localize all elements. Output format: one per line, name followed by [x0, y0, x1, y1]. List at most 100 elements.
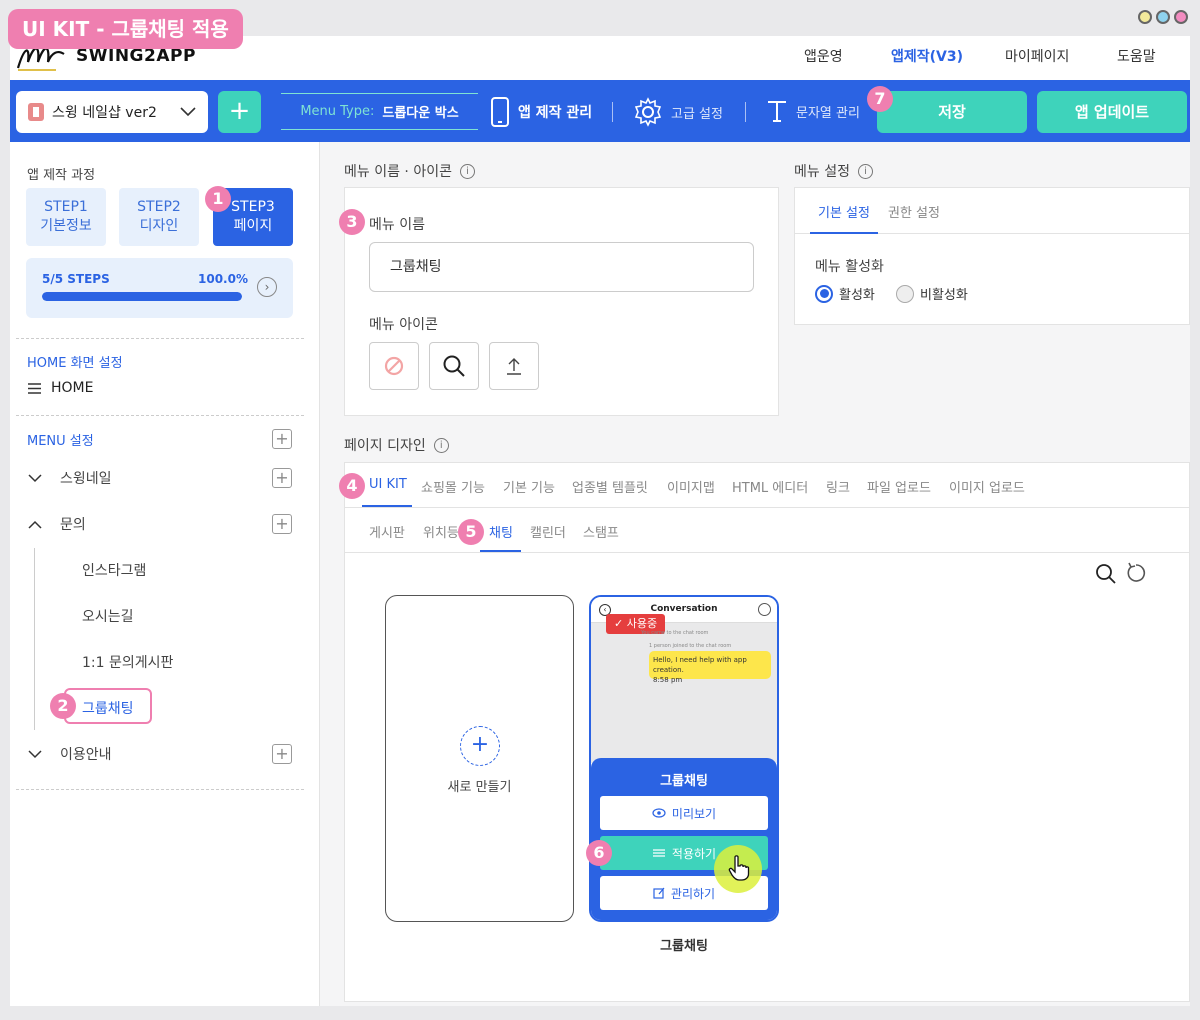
tab-basic-settings[interactable]: 기본 설정: [810, 202, 878, 234]
menu-name-icon-title: 메뉴 이름 · 아이콘 i: [344, 161, 475, 181]
step1-line2: 기본정보: [40, 218, 92, 234]
window-controls: [1138, 10, 1188, 24]
process-title: 앱 제작 과정: [27, 168, 96, 183]
chat-bubble: Hello, I need help with app creation. 8:5…: [649, 651, 771, 684]
menu-name-input[interactable]: 그룹채팅: [369, 242, 754, 292]
info-icon[interactable]: i: [433, 437, 449, 453]
menu-icon-label: 메뉴 아이콘: [369, 317, 438, 333]
subtab-location[interactable]: 위치등: [423, 522, 459, 541]
add-app-button[interactable]: +: [218, 91, 261, 133]
chevron-right-icon[interactable]: ›: [257, 277, 277, 297]
chevron-down-icon: [180, 107, 196, 117]
tree-item-inquiry[interactable]: 문의: [28, 514, 86, 534]
search-icon-button[interactable]: [429, 342, 479, 390]
no-entry-icon: [384, 356, 404, 376]
tab-uikit[interactable]: UI KIT: [369, 477, 407, 492]
info-icon[interactable]: i: [857, 163, 873, 179]
chat-bubble-time: 8:58 pm: [653, 676, 683, 684]
menu-type-value: 드롭다운 박스: [382, 106, 459, 121]
divider: [16, 415, 304, 416]
tree-label-guide: 이용안내: [60, 747, 112, 763]
nav-help[interactable]: 도움말: [1117, 46, 1156, 66]
tab-templates[interactable]: 업종별 템플릿: [572, 477, 648, 496]
plus-circle-icon: +: [460, 726, 500, 766]
apply-lines-icon: [652, 849, 665, 857]
menu-name-label: 메뉴 이름: [369, 217, 425, 233]
chevron-down-icon: [28, 749, 42, 758]
radio-unselected-icon: [896, 284, 914, 303]
nav-mypage[interactable]: 마이페이지: [1005, 46, 1069, 66]
tab-html-editor[interactable]: HTML 에디터: [732, 477, 808, 496]
subtab-stamp[interactable]: 스탬프: [583, 522, 619, 541]
nav-operate-label: 앱운영: [804, 49, 843, 65]
tab-image-upload[interactable]: 이미지 업로드: [949, 477, 1025, 496]
app-select[interactable]: 스윙 네일샵 ver2: [16, 91, 208, 133]
add-menu-button[interactable]: +: [272, 429, 292, 449]
radio-inactive[interactable]: 비활성화: [896, 284, 968, 303]
info-icon[interactable]: i: [459, 163, 475, 179]
logo-text: SWING2APP: [76, 46, 196, 66]
upload-icon-button[interactable]: [489, 342, 539, 390]
app-update-button[interactable]: 앱 업데이트: [1037, 91, 1187, 133]
maximize-dot[interactable]: [1156, 10, 1170, 24]
subtab-chat[interactable]: 채팅: [489, 522, 513, 541]
step2-button[interactable]: STEP2 디자인: [119, 188, 199, 246]
tab-file-upload[interactable]: 파일 업로드: [867, 477, 931, 496]
chevron-down-icon: [28, 473, 42, 482]
overlay-title: 그룹채팅: [660, 774, 708, 789]
no-icon-button[interactable]: [369, 342, 419, 390]
phone-header-title: Conversation: [650, 604, 718, 614]
chat-system-message: 1 person joined to the chat room: [649, 643, 732, 649]
tab-permission-settings[interactable]: 권한 설정: [888, 202, 940, 221]
tree-child-qna[interactable]: 1:1 문의게시판: [82, 652, 173, 672]
preview-button[interactable]: 미리보기: [600, 796, 768, 830]
tab-imagemap[interactable]: 이미지맵: [667, 477, 715, 496]
edit-icon: [653, 887, 665, 899]
step-badge-1: 1: [205, 186, 231, 212]
minimize-dot[interactable]: [1138, 10, 1152, 24]
add-submenu-button[interactable]: +: [272, 514, 292, 534]
tree-child-groupchat[interactable]: 그룹채팅: [82, 698, 134, 718]
step2-line2: 디자인: [139, 218, 179, 234]
app-manage-button[interactable]: 앱 제작 관리: [490, 97, 592, 127]
gear-icon: [634, 97, 662, 127]
menu-lines-icon: [28, 382, 41, 394]
save-button[interactable]: 저장: [877, 91, 1027, 133]
radio-active[interactable]: 활성화: [815, 284, 875, 303]
eye-icon: [652, 808, 666, 818]
radio-selected-icon: [815, 284, 833, 303]
menu-type[interactable]: Menu Type: 드롭다운 박스: [281, 93, 478, 130]
strings-button[interactable]: 문자열 관리: [766, 99, 860, 123]
home-item[interactable]: HOME: [28, 380, 93, 396]
new-template-card[interactable]: + 새로 만들기: [385, 595, 574, 922]
subtab-board[interactable]: 게시판: [369, 522, 405, 541]
step-badge-6: 6: [586, 840, 612, 866]
menu-settings-title: 메뉴 설정 i: [794, 161, 873, 181]
radio-active-label: 활성화: [839, 288, 875, 303]
step1-button[interactable]: STEP1 기본정보: [26, 188, 106, 246]
tab-link[interactable]: 링크: [826, 477, 850, 496]
subtab-calendar[interactable]: 캘린더: [530, 522, 566, 541]
step3-line2: 페이지: [233, 218, 273, 234]
toolbar-divider: [745, 102, 746, 122]
add-submenu-button[interactable]: +: [272, 468, 292, 488]
nav-build[interactable]: 앱제작(V3): [891, 46, 963, 66]
nav-operate[interactable]: 앱운영: [804, 46, 843, 66]
search-icon[interactable]: [1095, 563, 1117, 585]
advanced-settings-button[interactable]: 고급 설정: [633, 97, 723, 127]
tab-shopping[interactable]: 쇼핑몰 기능: [421, 477, 485, 496]
step-badge-7: 7: [867, 86, 893, 112]
new-template-label: 새로 만들기: [447, 780, 512, 795]
add-submenu-button[interactable]: +: [272, 744, 292, 764]
refresh-icon[interactable]: [1125, 562, 1147, 584]
tree-child-directions[interactable]: 오시는길: [82, 606, 134, 626]
step-badge-5: 5: [458, 519, 484, 545]
close-dot[interactable]: [1174, 10, 1188, 24]
tree-label-inquiry: 문의: [60, 517, 86, 533]
tree-item-swing[interactable]: 스윙네일: [28, 468, 112, 488]
tree-child-instagram[interactable]: 인스타그램: [82, 560, 146, 580]
tab-basic[interactable]: 기본 기능: [503, 477, 555, 496]
step-badge-3: 3: [339, 209, 365, 235]
progress-percent: 100.0%: [198, 272, 248, 286]
tree-item-guide[interactable]: 이용안내: [28, 744, 112, 764]
